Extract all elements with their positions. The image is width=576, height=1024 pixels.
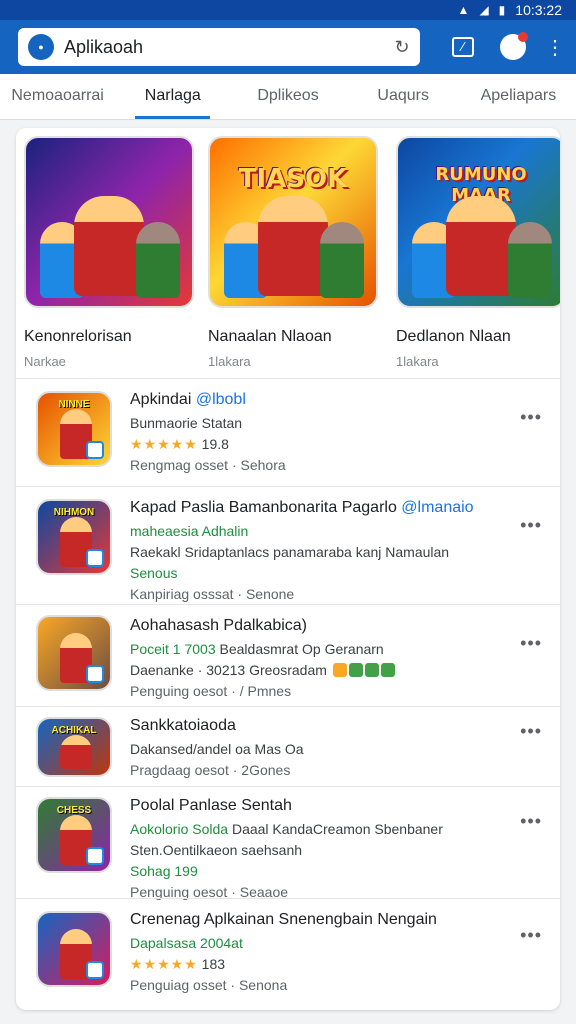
tab-3[interactable]: Uaqurs — [346, 74, 461, 119]
featured-artwork: RUMUNO MAAR — [396, 136, 560, 308]
app-meta: Penguiag osset · Senona — [130, 977, 288, 993]
app-tag: Senous — [130, 565, 178, 581]
edit-icon: ⁄ — [452, 37, 474, 57]
app-developer: Dapalsasa 2004at — [130, 935, 243, 951]
tab-1[interactable]: Narlaga — [115, 74, 230, 119]
app-list-card: Kenonrelorisan Narkae TIASOK Nanaalan Nl… — [16, 128, 560, 1010]
notifications-button[interactable] — [498, 32, 528, 62]
status-time: 10:3:22 — [515, 2, 562, 18]
featured-banner: TIASOK — [238, 164, 348, 194]
category-tabs: Nemoaoarrai Narlaga Dplikeos Uaqurs Apel… — [0, 74, 576, 120]
app-title: Kapad Paslia Bamanbonarita Pagarlo @lman… — [130, 499, 474, 516]
list-item[interactable]: ACHIKAL Sankkatoiaoda Dakansed/andel oa … — [16, 706, 560, 786]
tab-0[interactable]: Nemoaoarrai — [0, 74, 115, 119]
app-developer: Aokolorio Solda Daaal KandaCreamon Sbenb… — [130, 821, 443, 837]
rating-stars-icon: ★★★★★ — [130, 436, 198, 452]
tab-4[interactable]: Apeliapars — [461, 74, 576, 119]
featured-artwork — [24, 136, 194, 308]
more-options-icon[interactable]: ••• — [520, 721, 542, 742]
featured-title: Kenonrelorisan — [24, 328, 132, 345]
featured-subtitle: Narkae — [24, 354, 66, 369]
app-description: Raekakl Sridaptanlacs panamaraba kanj Na… — [130, 544, 450, 560]
app-icon — [36, 911, 112, 987]
app-icon: NINNE — [36, 391, 112, 467]
app-title: Sankkatoiaoda — [130, 717, 236, 734]
app-icon — [36, 615, 112, 691]
tab-2[interactable]: Dplikeos — [230, 74, 345, 119]
app-title: Poolal Panlase Sentah — [130, 797, 292, 814]
featured-title: Nanaalan Nlaoan — [208, 328, 332, 345]
list-item[interactable]: Crenenag Aplkainan Snenengbain Nengain D… — [16, 898, 560, 1010]
featured-subtitle: 1lakara — [396, 354, 439, 369]
search-bar[interactable]: ● Aplikaoah ↻ — [18, 28, 420, 66]
app-bar: ● Aplikaoah ↻ ⁄ ⋮ — [0, 20, 576, 74]
app-icon: NIHMON — [36, 499, 112, 575]
app-icon: CHESS — [36, 797, 112, 873]
featured-app[interactable]: TIASOK Nanaalan Nlaoan 1lakara — [208, 136, 378, 369]
app-meta: Pragdaag oesot · 2Gones — [130, 762, 291, 778]
app-title: Apkindai @lbobl — [130, 391, 246, 408]
app-link[interactable]: @lbobl — [196, 391, 246, 408]
featured-artwork: TIASOK — [208, 136, 378, 308]
featured-app[interactable]: Kenonrelorisan Narkae — [24, 136, 194, 369]
notification-icon — [500, 32, 528, 60]
wifi-icon: ▲ — [457, 3, 470, 17]
list-item[interactable]: NINNE Apkindai @lbobl Bunmaorie Statan ★… — [16, 378, 560, 486]
more-options-icon[interactable]: ••• — [520, 515, 542, 536]
more-options-icon[interactable]: ••• — [520, 407, 542, 428]
search-input[interactable]: Aplikaoah — [64, 37, 384, 58]
more-options-icon[interactable]: ••• — [520, 633, 542, 654]
status-bar: ▲ ◢ ▮ 10:3:22 — [0, 0, 576, 20]
app-meta: Kanpiriag osssat · Senone — [130, 586, 295, 602]
app-developer: maheaesia Adhalin — [130, 523, 249, 539]
app-title: Crenenag Aplkainan Snenengbain Nengain — [130, 911, 437, 928]
app-subtitle: Bunmaorie Statan — [130, 415, 243, 431]
overflow-menu-icon[interactable]: ⋮ — [540, 32, 570, 62]
app-description: Daenanke · 30213 Greosradam — [130, 660, 504, 681]
app-description: Sten.Oentilkaeon saehsanh — [130, 842, 303, 858]
app-tag: Sohag 199 — [130, 863, 198, 879]
app-developer: Poceit 1 7003 Bealdasmrat Op Geranarn — [130, 641, 384, 657]
refresh-icon[interactable]: ↻ — [384, 37, 420, 58]
signal-icon: ◢ — [479, 3, 489, 17]
app-icon: ACHIKAL — [36, 717, 112, 777]
battery-icon: ▮ — [498, 3, 506, 17]
rating-stars-icon: ★★★★★ — [130, 956, 198, 972]
edit-button[interactable]: ⁄ — [448, 32, 478, 62]
app-logo-icon: ● — [28, 34, 54, 60]
more-options-icon[interactable]: ••• — [520, 811, 542, 832]
app-rating: ★★★★★ 183 — [130, 956, 226, 972]
app-meta: Penguing oesot · / Pmnes — [130, 683, 292, 699]
app-link[interactable]: @lmanaio — [401, 499, 473, 516]
list-item[interactable]: NIHMON Kapad Paslia Bamanbonarita Pagarl… — [16, 486, 560, 604]
app-meta: Rengmag osset · Sehora — [130, 457, 286, 473]
featured-app[interactable]: RUMUNO MAAR Dedlanon Nlaan 1lakara — [396, 136, 560, 369]
app-subtitle: Dakansed/andel oa Mas Oa — [130, 741, 304, 757]
featured-title: Dedlanon Nlaan — [396, 328, 511, 345]
app-rating: ★★★★★ 19.8 — [130, 436, 229, 452]
app-title: Aohahasash Pdalkabica) — [130, 617, 308, 634]
more-options-icon[interactable]: ••• — [520, 925, 542, 946]
list-item[interactable]: Aohahasash Pdalkabica) Poceit 1 7003 Bea… — [16, 604, 560, 706]
list-item[interactable]: CHESS Poolal Panlase Sentah Aokolorio So… — [16, 786, 560, 900]
featured-subtitle: 1lakara — [208, 354, 251, 369]
